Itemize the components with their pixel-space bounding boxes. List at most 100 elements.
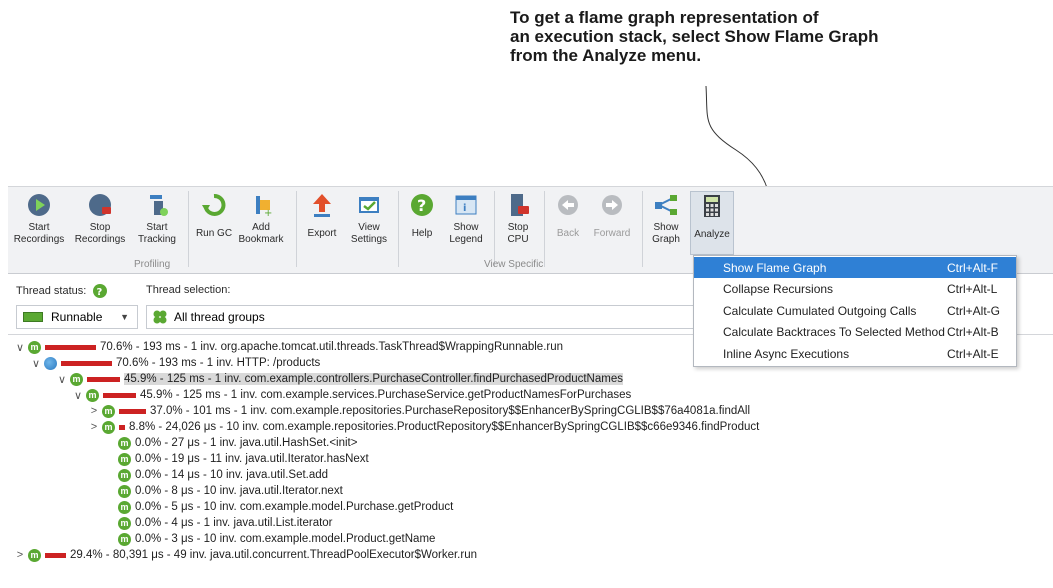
expand-chevron-icon[interactable]: > [14,549,26,561]
tree-row-label: 0.0% - 5 μs - 10 inv. com.example.model.… [135,501,454,513]
method-icon: m [118,452,131,466]
runnable-swatch-icon [23,312,43,322]
tree-row[interactable]: ∨ m 70.6% - 193 ms - 1 inv. org.apache.tom… [14,339,563,355]
start-tracking-label: Start Tracking [138,222,176,245]
tree-row-label: 0.0% - 3 μs - 10 inv. com.example.model.… [135,533,436,545]
tree-row-label: 45.9% - 125 ms - 1 inv. com.example.cont… [124,373,623,385]
expand-chevron-icon[interactable]: > [88,421,100,433]
help-icon[interactable]: ? [93,284,108,298]
thread-selection-dropdown[interactable]: All thread groups [146,305,708,329]
time-share-bar [61,360,112,366]
start-recordings-button[interactable]: Start Recordings [10,191,68,253]
expand-chevron-icon[interactable]: > [88,405,100,417]
view-specific-group-label: View Specific [484,259,544,270]
forward-button[interactable]: Forward [590,191,634,253]
menu-item-shortcut: Ctrl+Alt-E [947,346,999,361]
stop-cpu-icon [504,191,532,219]
thread-status-dropdown[interactable]: Runnable ▼ [16,305,138,329]
method-icon: m [102,420,115,434]
menu-item-inline-async-executions[interactable]: Inline Async Executions Ctrl+Alt-E [694,343,1016,364]
analyze-menu: Show Flame Graph Ctrl+Alt-F Collapse Recur… [693,255,1017,367]
method-icon: m [118,532,131,546]
menu-item-label: Inline Async Executions [723,346,850,361]
method-icon: m [28,340,41,354]
tree-row[interactable]: ∨ 70.6% - 193 ms - 1 inv. HTTP: /products [30,355,320,371]
analyze-button[interactable]: Analyze [690,191,734,255]
tree-row-label: 0.0% - 19 μs - 11 inv. java.util.Iterato… [135,453,369,465]
tree-row[interactable]: ∨ m 45.9% - 125 ms - 1 inv. com.example.co… [56,371,623,387]
toolbar-separator [642,191,643,267]
menu-item-label: Collapse Recursions [723,282,834,296]
tree-row[interactable]: m 0.0% - 5 μs - 10 inv. com.example.model… [104,499,453,515]
tree-row[interactable]: > m 37.0% - 101 ms - 1 inv. com.example.re… [88,403,750,419]
tree-row[interactable]: m 0.0% - 3 μs - 10 inv. com.example.model… [104,531,435,547]
method-icon: m [118,436,131,450]
tree-row-label: 29.4% - 80,391 μs - 49 inv. java.util.co… [70,549,477,561]
toolbar-separator [494,191,495,267]
help-button[interactable]: ? Help [404,191,440,253]
export-button[interactable]: Export [302,191,342,253]
start-tracking-button[interactable]: Start Tracking [134,191,180,253]
menu-item-shortcut: Ctrl+Alt-L [947,282,998,296]
tree-row[interactable]: m 0.0% - 4 μs - 1 inv. java.util.List.ite… [104,515,333,531]
help-icon: ? [408,191,436,219]
method-icon: m [70,372,83,386]
menu-item-shortcut: Ctrl+Alt-G [947,303,1001,318]
menu-item-collapse-recursions[interactable]: Collapse Recursions Ctrl+Alt-L [694,279,1016,300]
globe-icon [44,356,57,370]
back-arrow-icon [554,191,582,219]
tree-row[interactable]: ∨ m 45.9% - 125 ms - 1 inv. com.example.se… [72,387,631,403]
tree-row[interactable]: m 0.0% - 8 μs - 10 inv. java.util.Iterato… [104,483,343,499]
time-share-bar [87,376,120,382]
tree-row[interactable]: > m 29.4% - 80,391 μs - 49 inv. java.util.… [14,547,477,563]
annotation-callout: To get a flame graph representation of a… [510,8,879,65]
tree-row[interactable]: m 0.0% - 27 μs - 1 inv. java.util.HashSet… [104,435,357,451]
add-bookmark-label: Add Bookmark [238,222,284,245]
time-share-bar [119,424,125,430]
show-graph-button[interactable]: Show Graph [646,191,686,253]
stop-recordings-button[interactable]: Stop Recordings [70,191,130,253]
time-share-bar [45,552,66,558]
show-legend-button[interactable]: i Show Legend [444,191,488,253]
show-legend-label: Show Legend [449,222,483,245]
export-label: Export [307,228,337,239]
thread-status-label: Thread status: [16,284,87,297]
tree-row[interactable]: m 0.0% - 19 μs - 11 inv. java.util.Iterat… [104,451,369,467]
toolbar-separator [188,191,189,267]
stop-recordings-icon [86,191,114,219]
toolbar-separator [398,191,399,267]
svg-text:?: ? [417,196,426,215]
svg-text:?: ? [97,287,103,298]
tree-row-label: 0.0% - 4 μs - 1 inv. java.util.List.iter… [135,517,333,529]
stop-cpu-label: Stop CPU [507,222,529,245]
add-bookmark-icon: + [247,191,275,219]
collapse-chevron-icon[interactable]: ∨ [72,389,84,402]
tree-row[interactable]: > m 8.8% - 24,026 μs - 10 inv. com.example… [88,419,759,435]
time-share-bar [103,392,136,398]
back-button[interactable]: Back [550,191,586,253]
calculator-icon [698,192,726,220]
tree-row-label: 0.0% - 8 μs - 10 inv. java.util.Iterator… [135,485,343,497]
thread-status-value: Runnable [51,310,103,324]
thread-status: Thread status: ? [16,284,108,298]
forward-label: Forward [593,228,631,239]
chevron-down-icon: ▼ [120,312,129,322]
stop-cpu-button[interactable]: Stop CPU [500,191,536,253]
menu-item-label: Calculate Backtraces To Selected Method [723,325,945,339]
collapse-chevron-icon[interactable]: ∨ [56,373,68,386]
menu-item-show-flame-graph[interactable]: Show Flame Graph Ctrl+Alt-F [694,257,1016,278]
collapse-chevron-icon[interactable]: ∨ [14,341,26,354]
collapse-chevron-icon[interactable]: ∨ [30,357,42,370]
menu-item-calculate-cumulated-outgoing-calls[interactable]: Calculate Cumulated Outgoing Calls Ctrl+A… [694,300,1016,321]
tree-row[interactable]: m 0.0% - 14 μs - 10 inv. java.util.Set.ad… [104,467,328,483]
run-gc-button[interactable]: Run GC [194,191,234,253]
add-bookmark-button[interactable]: + Add Bookmark [236,191,286,253]
view-settings-button[interactable]: View Settings [346,191,392,253]
menu-item-calculate-backtraces-to-selected-method[interactable]: Calculate Backtraces To Selected Method C… [694,322,1016,343]
method-icon: m [118,516,131,530]
thread-selection-label: Thread selection: [146,284,231,296]
run-gc-icon [200,191,228,219]
thread-selection-value: All thread groups [174,310,265,324]
tree-row-label: 45.9% - 125 ms - 1 inv. com.example.serv… [140,389,632,401]
thread-group-icon [153,310,167,324]
